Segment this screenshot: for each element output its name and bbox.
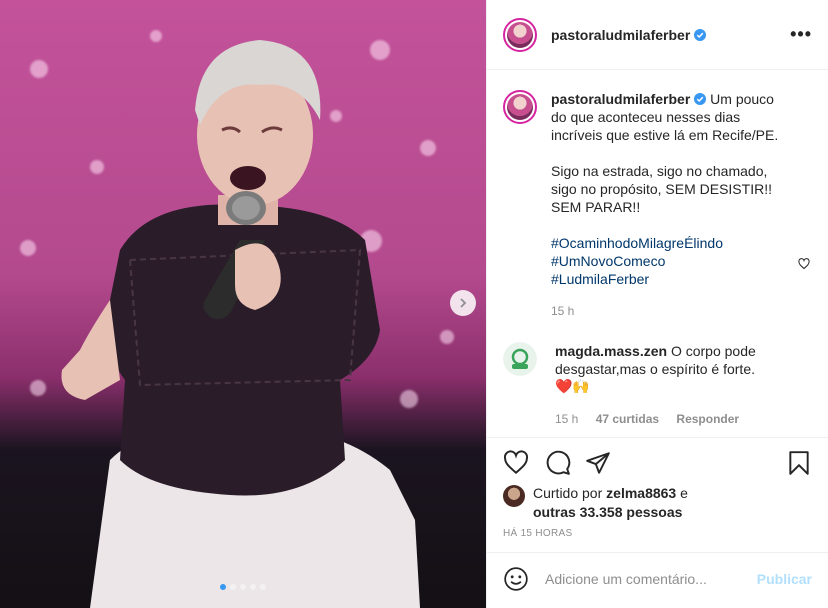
like-comment-heart-icon[interactable] [798,258,810,270]
caption-time[interactable]: 15 h [551,304,574,318]
more-options-button[interactable]: ••• [790,24,812,45]
post-header: pastoraludmilaferber ••• [487,0,828,70]
post-timestamp[interactable]: HÁ 15 HORAS [503,528,572,539]
verified-badge-icon [694,28,707,41]
caption-avatar[interactable] [503,90,537,124]
comment-input[interactable]: Adicione um comentário... [545,571,757,587]
author-avatar[interactable] [503,17,537,52]
save-bookmark-icon[interactable] [786,450,812,476]
verified-badge-icon [694,93,707,105]
carousel-dot [220,584,226,590]
caption-text: Um pouco do que aconteceu nesses dias in… [551,91,779,215]
post-details-panel: pastoraludmilaferber ••• pastoraludmilaf… [486,0,828,608]
publish-button[interactable]: Publicar [757,571,812,587]
post-photo [0,0,486,608]
comment-bubble-icon[interactable] [545,450,571,476]
chevron-right-icon [460,298,467,308]
comment-emoji: ❤️🙌 [555,379,590,395]
caption-username[interactable]: pastoraludmilaferber [551,91,690,107]
liker-username[interactable]: zelma8863 [606,485,676,501]
caption: pastoraludmilaferber Um pouco do que aco… [503,90,816,320]
comment-item: magda.mass.zen O corpo pode desgastar,ma… [503,342,816,428]
commenter-avatar[interactable] [503,342,537,376]
next-photo-button[interactable] [450,290,476,316]
like-heart-icon[interactable] [503,450,529,476]
share-paper-plane-icon[interactable] [585,450,611,476]
likes-summary: Curtido por zelma8863 e outras 33.358 pe… [503,484,688,522]
comments-section: pastoraludmilaferber Um pouco do que aco… [503,90,816,428]
add-comment-bar: Adicione um comentário... Publicar [503,563,812,595]
liker-avatar[interactable] [503,485,525,507]
comment-time[interactable]: 15 h [555,412,578,426]
hashtag-link[interactable]: #LudmilaFerber [551,270,791,288]
reply-button[interactable]: Responder [676,412,739,426]
comment-likes-count[interactable]: 47 curtidas [596,412,659,426]
author-username[interactable]: pastoraludmilaferber [551,27,707,43]
carousel-dot [240,584,246,590]
carousel-dot [260,584,266,590]
commenter-username[interactable]: magda.mass.zen [555,343,667,359]
hashtag-link[interactable]: #OcaminhodoMilagreÉlindo [551,234,791,252]
emoji-smiley-icon[interactable] [503,566,529,592]
instagram-post: pastoraludmilaferber ••• pastoraludmilaf… [0,0,828,608]
carousel-indicator [0,584,486,590]
carousel-dot [250,584,256,590]
post-actions [503,449,812,477]
carousel-dot [230,584,236,590]
other-likes-link[interactable]: outras 33.358 pessoas [533,504,682,520]
hashtag-link[interactable]: #UmNovoComeco [551,252,791,270]
singer-illustration [61,40,420,608]
